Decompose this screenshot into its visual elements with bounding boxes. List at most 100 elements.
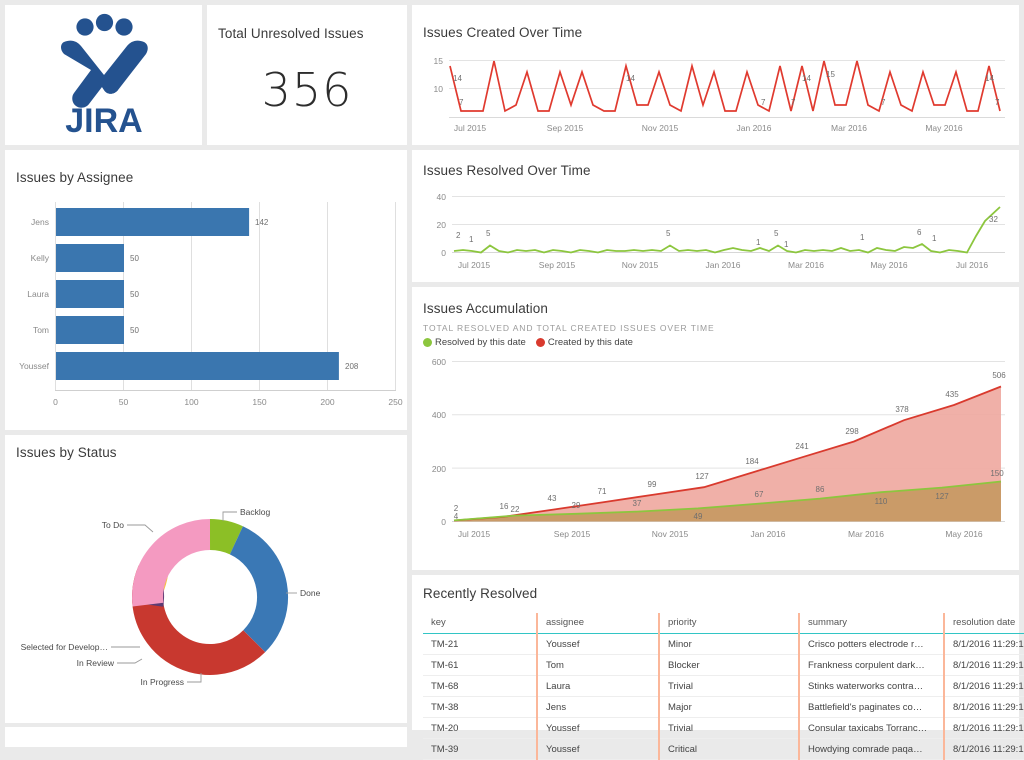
- created-xtick-sep-2015: Sep 2015: [547, 123, 584, 133]
- legend-label-created: Created by this date: [548, 337, 633, 348]
- accum-created-label-184: 184: [745, 457, 759, 466]
- cat-label-tom: Tom: [33, 325, 49, 335]
- cell-assignee: Youssef: [537, 634, 659, 655]
- cell-summary: Battlefield's paginates co…: [799, 697, 944, 718]
- cat-label-jens: Jens: [31, 217, 49, 227]
- resolved-xtick-mar-2016: Mar 2016: [788, 260, 824, 270]
- cell-summary: Crisco potters electrode r…: [799, 634, 944, 655]
- created-label-apr-trough: 7: [881, 98, 886, 107]
- cell-key: TM-61: [423, 655, 537, 676]
- accum-resolved-label-4: 4: [454, 512, 459, 521]
- accum-created-label-71: 71: [598, 487, 607, 496]
- leader-in-review: [117, 659, 142, 663]
- cell-key: TM-21: [423, 634, 537, 655]
- table-row[interactable]: TM-38 Jens Major Battlefield's paginates…: [423, 697, 1024, 718]
- created-ytick-15: 15: [434, 56, 444, 66]
- recently-resolved-card: Recently Resolved key assignee priority …: [412, 575, 1019, 730]
- table-row[interactable]: TM-21 Youssef Minor Crisco potters elect…: [423, 634, 1024, 655]
- donut-label-in-progress: In Progress: [141, 677, 184, 687]
- bar-kelly: [56, 244, 124, 272]
- cell-assignee: Jens: [537, 697, 659, 718]
- resolved-xtick-jan-2016: Jan 2016: [706, 260, 741, 270]
- created-xtick-jan-2016: Jan 2016: [737, 123, 772, 133]
- accum-created-label-43: 43: [548, 494, 557, 503]
- xtick-0: 0: [53, 397, 58, 407]
- created-series-line: [450, 61, 1000, 111]
- accum-resolved-label-127: 127: [935, 492, 949, 501]
- cell-resolution-date: 8/1/2016 11:29:17 AM: [944, 634, 1024, 655]
- donut-slice-backlog: [210, 534, 236, 540]
- legend-dot-created: [536, 338, 545, 347]
- donut-label-done: Done: [300, 588, 321, 598]
- accumulation-subtitle: TOTAL RESOLVED AND TOTAL CREATED ISSUES …: [423, 323, 715, 333]
- bar-jens: [56, 208, 249, 236]
- table-title: Recently Resolved: [423, 586, 537, 601]
- cell-summary: Consular taxicabs Torranc…: [799, 718, 944, 739]
- accum-ytick-200: 200: [432, 464, 446, 474]
- created-label-end-trough: 7: [995, 98, 1000, 107]
- created-label-start-trough: 7: [459, 98, 464, 107]
- xtick-150: 150: [252, 397, 266, 407]
- donut-label-in-review: In Review: [77, 658, 115, 668]
- resolved-label-1c: 1: [784, 240, 789, 249]
- table-row[interactable]: TM-39 Youssef Critical Howdying comrade …: [423, 739, 1024, 760]
- xtick-200: 200: [320, 397, 334, 407]
- resolved-label-5a: 5: [486, 229, 491, 238]
- accum-resolved-label-150: 150: [990, 469, 1004, 478]
- accum-resolved-label-29: 29: [572, 501, 581, 510]
- bar-value-tom: 50: [130, 326, 139, 335]
- assignee-chart-title: Issues by Assignee: [16, 170, 133, 185]
- issues-resolved-line-chart: 40 20 0 2 1 5 5 5 1 1 1 6 1 32 Jul 2015: [412, 182, 1019, 280]
- column-header-key[interactable]: key: [423, 613, 537, 634]
- accum-xtick-sep-2015: Sep 2015: [554, 529, 591, 539]
- bar-value-jens: 142: [255, 218, 269, 227]
- cell-resolution-date: 8/1/2016 11:29:17 AM: [944, 676, 1024, 697]
- issues-by-assignee-card: Issues by Assignee Jens: [5, 150, 407, 430]
- table-row[interactable]: TM-68 Laura Trivial Stinks waterworks co…: [423, 676, 1024, 697]
- legend-dot-resolved: [423, 338, 432, 347]
- column-header-resolution-date[interactable]: resolution date: [944, 613, 1024, 634]
- resolved-label-5c: 5: [774, 229, 779, 238]
- accum-ytick-600: 600: [432, 357, 446, 367]
- accum-created-label-241: 241: [795, 442, 809, 451]
- resolved-xtick-jul-2016: Jul 2016: [956, 260, 988, 270]
- created-xtick-may-2016: May 2016: [925, 123, 963, 133]
- table-row[interactable]: TM-61 Tom Blocker Frankness corpulent da…: [423, 655, 1024, 676]
- created-label-mar-trough: 7: [761, 98, 766, 107]
- xtick-100: 100: [184, 397, 198, 407]
- cell-key: TM-38: [423, 697, 537, 718]
- created-label-mar-peak2: 15: [826, 70, 835, 79]
- cat-label-laura: Laura: [27, 289, 49, 299]
- created-label-nov-peak: 14: [626, 74, 635, 83]
- jira-dashboard: JIRA Total Unresolved Issues 356 Issues …: [0, 0, 1024, 730]
- assignee-bar-chart: Jens Kelly Laura Tom Youssef 142 50 50 5…: [5, 190, 407, 420]
- donut-label-backlog: Backlog: [240, 507, 271, 517]
- accum-xtick-nov-2015: Nov 2015: [652, 529, 689, 539]
- xtick-250: 250: [388, 397, 402, 407]
- resolved-label-2: 2: [456, 231, 461, 240]
- column-header-priority[interactable]: priority: [659, 613, 799, 634]
- created-chart-title: Issues Created Over Time: [423, 25, 582, 40]
- created-label-jun-peak: 14: [985, 74, 994, 83]
- resolved-xtick-may-2016: May 2016: [870, 260, 908, 270]
- column-header-assignee[interactable]: assignee: [537, 613, 659, 634]
- resolved-label-1e: 1: [932, 234, 937, 243]
- cell-priority: Critical: [659, 739, 799, 760]
- donut-label-selected-for-development: Selected for Develop…: [21, 642, 108, 652]
- accum-created-label-99: 99: [648, 480, 657, 489]
- cell-priority: Trivial: [659, 718, 799, 739]
- accum-xtick-jan-2016: Jan 2016: [751, 529, 786, 539]
- issues-resolved-over-time-card: Issues Resolved Over Time 40 20 0 2 1 5 …: [412, 150, 1019, 282]
- cell-summary: Frankness corpulent dark…: [799, 655, 944, 676]
- total-unresolved-issues-card: Total Unresolved Issues 356: [207, 5, 407, 145]
- cell-key: TM-20: [423, 718, 537, 739]
- leader-in-progress: [187, 673, 201, 682]
- accum-resolved-label-67: 67: [755, 490, 764, 499]
- resolved-label-32: 32: [989, 215, 998, 224]
- resolved-label-5b: 5: [666, 229, 671, 238]
- issues-by-status-donut: Backlog Done To Do Selected for Develop……: [5, 459, 407, 721]
- column-header-summary[interactable]: summary: [799, 613, 944, 634]
- table-row[interactable]: TM-20 Youssef Trivial Consular taxicabs …: [423, 718, 1024, 739]
- accumulation-title: Issues Accumulation: [423, 301, 548, 316]
- jira-logo-icon: JIRA: [5, 5, 202, 145]
